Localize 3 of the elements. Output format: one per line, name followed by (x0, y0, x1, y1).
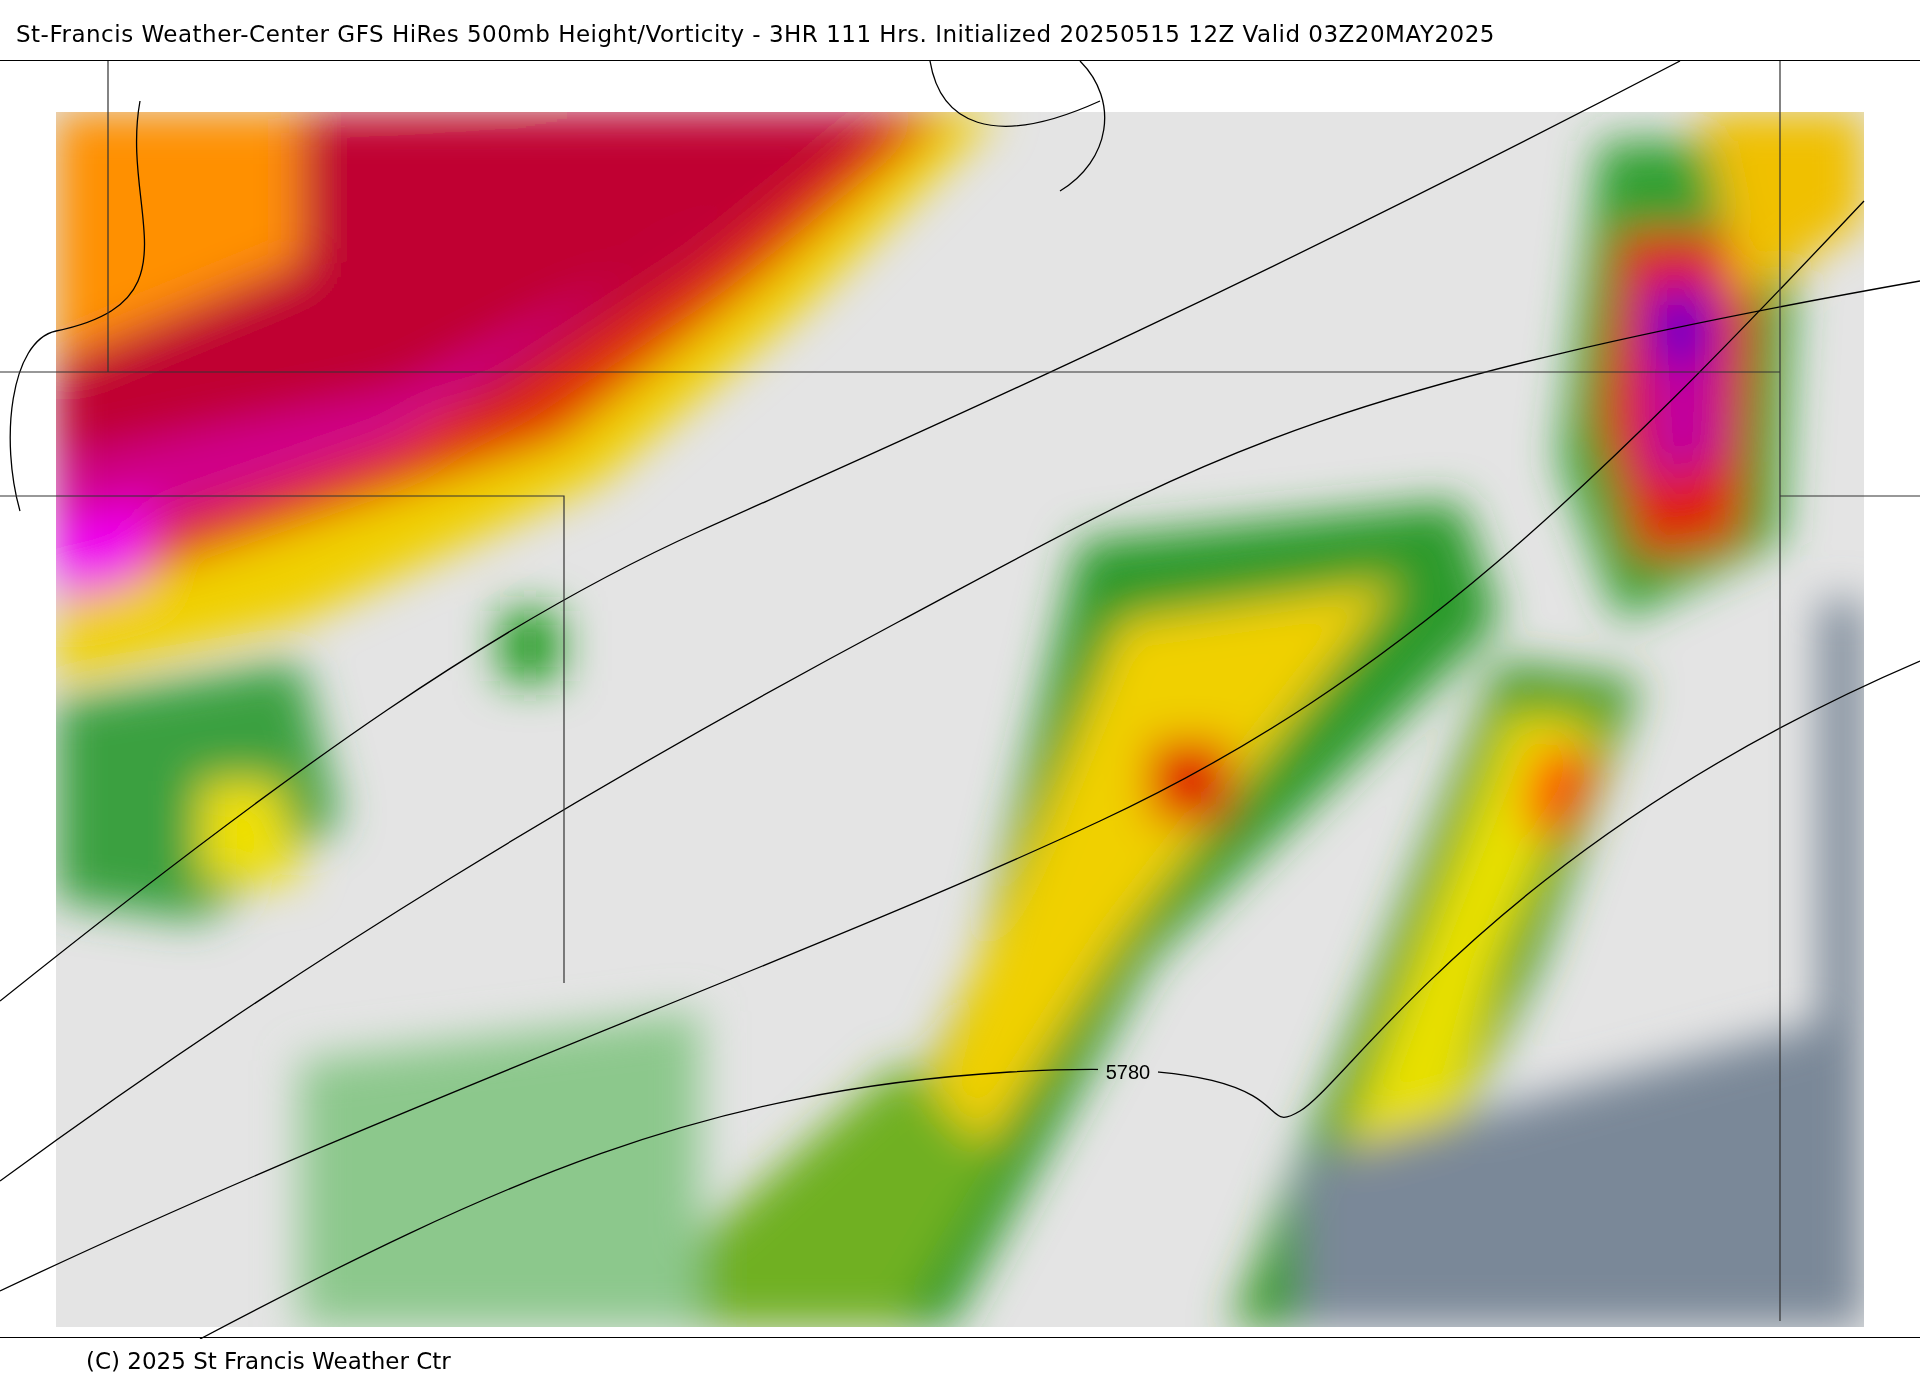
copyright-text: (C) 2025 St Francis Weather Ctr (85, 1347, 452, 1374)
map-title: St-Francis Weather-Center GFS HiRes 500mb Height/Vorticity - 3HR 111 Hrs. Initialized 20250515 12Z Valid 03Z20MAY2025 (16, 20, 1495, 48)
contour-label: 5780 (1105, 1061, 1151, 1083)
